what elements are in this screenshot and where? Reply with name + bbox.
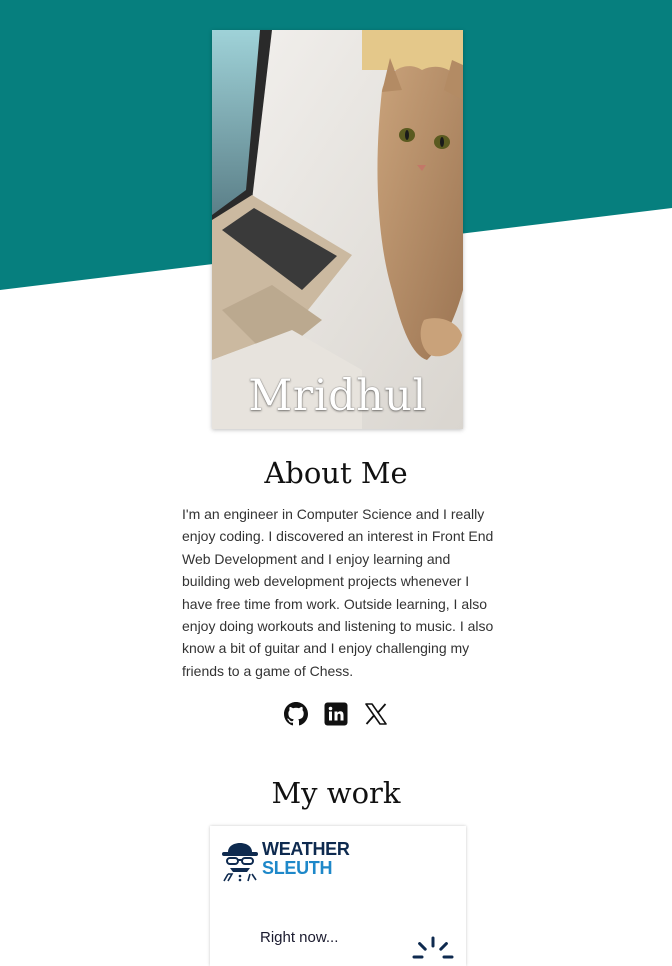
work-title: My work [271, 776, 401, 810]
weather-sleuth-wordmark: WEATHER SLEUTH [262, 840, 350, 878]
loading-sun-icon [412, 936, 454, 959]
profile-photo: Mridhul [212, 30, 463, 429]
linkedin-link[interactable] [324, 702, 348, 726]
social-links [0, 702, 672, 726]
detective-icon [222, 843, 258, 882]
linkedin-icon [324, 702, 348, 726]
profile-name: Mridhul [248, 371, 427, 421]
logo-line-1: WEATHER [262, 839, 350, 859]
github-link[interactable] [284, 702, 308, 726]
about-text: I'm an engineer in Computer Science and … [182, 506, 494, 679]
project-card-weather-sleuth[interactable]: WEATHER SLEUTH Right now... [210, 826, 466, 966]
x-icon [365, 703, 387, 725]
github-icon [284, 702, 308, 726]
weather-sleuth-logo: WEATHER SLEUTH [220, 840, 350, 882]
profile-photo-image [212, 30, 463, 429]
card-status-text: Right now... [260, 929, 339, 946]
x-link[interactable] [364, 702, 388, 726]
about-title: About Me [264, 456, 408, 490]
logo-line-2: SLEUTH [262, 858, 333, 878]
